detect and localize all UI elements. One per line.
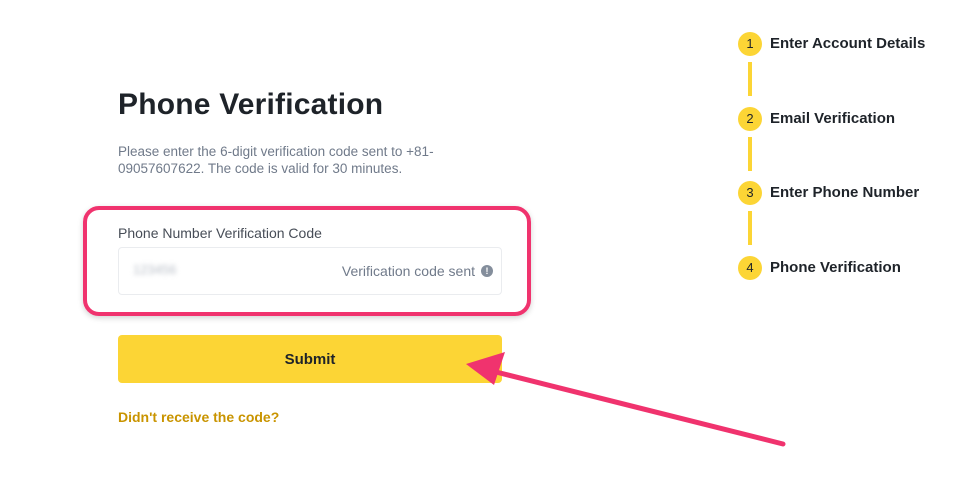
page: Phone Verification Please enter the 6-di… (0, 0, 975, 498)
annotation-arrow-icon (466, 352, 786, 447)
